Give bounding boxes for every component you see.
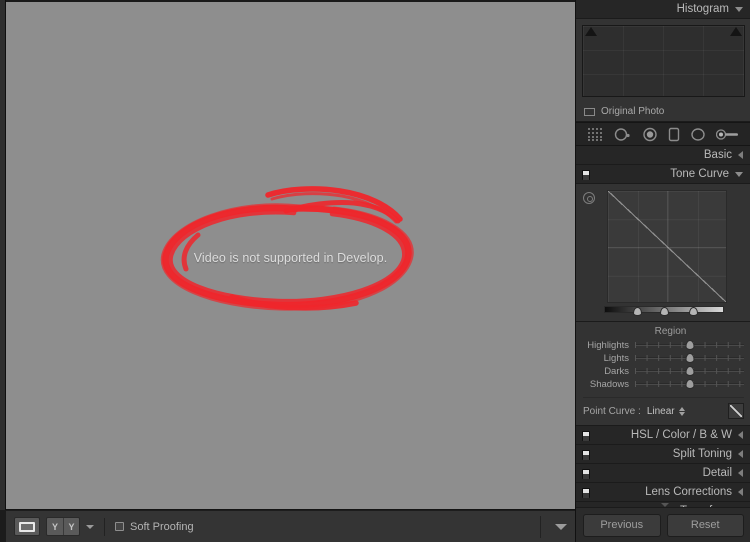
- triangle-left-icon[interactable]: [738, 450, 743, 458]
- graduated-filter-tool-icon[interactable]: [668, 127, 680, 142]
- highlights-slider-track[interactable]: [635, 340, 744, 350]
- original-photo-row[interactable]: Original Photo: [582, 106, 745, 117]
- triangle-left-icon[interactable]: [738, 431, 743, 439]
- darks-slider-thumb[interactable]: [685, 366, 694, 376]
- original-photo-label: Original Photo: [601, 106, 665, 117]
- before-after-view-buttons[interactable]: Y Y: [46, 517, 80, 536]
- target-adjustment-icon[interactable]: [583, 192, 595, 204]
- tone-curve-midtone-split-handle[interactable]: [660, 307, 669, 316]
- radial-filter-tool-icon[interactable]: [690, 127, 706, 142]
- toolbar-triangle-down-icon[interactable]: [555, 523, 567, 530]
- toolbar-collapse-area[interactable]: [540, 515, 567, 538]
- point-curve-row: Point Curve : Linear: [583, 397, 744, 419]
- develop-tool-strip: [576, 122, 750, 146]
- darks-slider-label: Darks: [604, 365, 629, 377]
- adjustment-brush-tool-icon[interactable]: [716, 127, 740, 142]
- tone-curve-plot[interactable]: [607, 190, 727, 303]
- region-section-title: Region: [654, 326, 687, 337]
- highlights-slider-thumb[interactable]: [685, 340, 694, 350]
- tone-curve-range-ramp[interactable]: [604, 306, 724, 316]
- basic-panel-header[interactable]: Basic: [576, 146, 750, 165]
- tone-curve-highlight-split-handle[interactable]: [689, 307, 698, 316]
- crop-overlay-tool-icon[interactable]: [587, 127, 604, 142]
- soft-proofing-checkbox[interactable]: [115, 522, 124, 531]
- lights-slider-label: Lights: [603, 352, 629, 364]
- before-view-label[interactable]: Y: [47, 518, 63, 535]
- split-toning-panel-title: Split Toning: [672, 448, 732, 460]
- lights-slider-track[interactable]: [635, 353, 744, 363]
- triangle-left-icon[interactable]: [738, 488, 743, 496]
- after-view-label[interactable]: Y: [63, 518, 79, 535]
- curve-editor-icon[interactable]: [728, 403, 744, 419]
- split-toning-enable-switch[interactable]: [582, 450, 590, 460]
- slider-row-highlights[interactable]: Highlights: [583, 339, 744, 351]
- lens-corrections-panel-header[interactable]: Lens Corrections: [576, 483, 750, 502]
- loupe-view-icon[interactable]: [14, 517, 40, 536]
- histogram-panel-body: Original Photo: [576, 19, 750, 122]
- triangle-down-icon[interactable]: [735, 6, 743, 12]
- tone-curve-shadow-split-handle[interactable]: [633, 307, 642, 316]
- image-canvas[interactable]: Video is not supported in Develop.: [6, 0, 575, 510]
- develop-right-panel: Histogram Original Photo Basic Tone Curv…: [575, 0, 750, 542]
- detail-enable-switch[interactable]: [582, 469, 590, 479]
- point-curve-stepper-icon[interactable]: [678, 406, 685, 416]
- lightroom-develop-window: Video is not supported in Develop. Y Y S…: [0, 0, 750, 542]
- histogram-panel-header[interactable]: Histogram: [576, 0, 750, 19]
- histogram-panel-title: Histogram: [676, 3, 729, 15]
- shadows-slider-track[interactable]: [635, 379, 744, 389]
- basic-panel-title: Basic: [703, 149, 732, 161]
- lens-corrections-enable-switch[interactable]: [582, 488, 590, 498]
- highlights-slider-label: Highlights: [587, 339, 629, 351]
- triangle-down-icon[interactable]: [735, 171, 743, 177]
- tone-curve-region-section: Region Highlights Lights Darks Shadows P…: [576, 322, 750, 426]
- histogram-gridlines: [583, 26, 744, 96]
- previous-button[interactable]: Previous: [583, 513, 661, 537]
- red-eye-correction-tool-icon[interactable]: [642, 127, 658, 142]
- highlight-clipping-icon[interactable]: [730, 27, 742, 36]
- reset-button[interactable]: Reset: [666, 513, 744, 537]
- slider-row-darks[interactable]: Darks: [583, 365, 744, 377]
- soft-proofing-label[interactable]: Soft Proofing: [130, 521, 194, 533]
- hsl-color-bw-panel-title: HSL / Color / B & W: [630, 429, 732, 441]
- hsl-enable-switch[interactable]: [582, 431, 590, 441]
- right-panel-footer: Previous Reset: [576, 507, 750, 542]
- slider-row-shadows[interactable]: Shadows: [583, 378, 744, 390]
- detail-panel-title: Detail: [702, 467, 732, 479]
- point-curve-value[interactable]: Linear: [647, 406, 675, 417]
- slider-row-lights[interactable]: Lights: [583, 352, 744, 364]
- tone-curve-enable-switch[interactable]: [582, 170, 590, 180]
- detail-panel-header[interactable]: Detail: [576, 464, 750, 483]
- shadows-slider-thumb[interactable]: [685, 379, 694, 389]
- tone-curve-line: [608, 191, 726, 302]
- original-photo-icon: [584, 107, 595, 116]
- tone-curve-panel-title: Tone Curve: [670, 168, 729, 180]
- triangle-left-icon[interactable]: [738, 469, 743, 477]
- toolbar-divider: [104, 517, 105, 536]
- before-after-chevron-down-icon[interactable]: [86, 524, 94, 529]
- tone-curve-panel-header[interactable]: Tone Curve: [576, 165, 750, 184]
- histogram-graph[interactable]: [582, 25, 745, 97]
- develop-toolbar: Y Y Soft Proofing: [6, 510, 575, 542]
- lens-corrections-panel-title: Lens Corrections: [645, 486, 732, 498]
- shadows-slider-label: Shadows: [589, 378, 629, 390]
- lights-slider-thumb[interactable]: [685, 353, 694, 363]
- darks-slider-track[interactable]: [635, 366, 744, 376]
- video-unsupported-message: Video is not supported in Develop.: [193, 251, 388, 265]
- split-toning-panel-header[interactable]: Split Toning: [576, 445, 750, 464]
- spot-removal-tool-icon[interactable]: [614, 127, 632, 142]
- triangle-left-icon[interactable]: [738, 151, 743, 159]
- tone-curve-panel-body: [576, 184, 750, 322]
- point-curve-label: Point Curve :: [583, 405, 641, 417]
- right-panel-scroll-area[interactable]: Histogram Original Photo Basic Tone Curv…: [576, 0, 750, 507]
- hsl-color-bw-panel-header[interactable]: HSL / Color / B & W: [576, 426, 750, 445]
- shadow-clipping-icon[interactable]: [585, 27, 597, 36]
